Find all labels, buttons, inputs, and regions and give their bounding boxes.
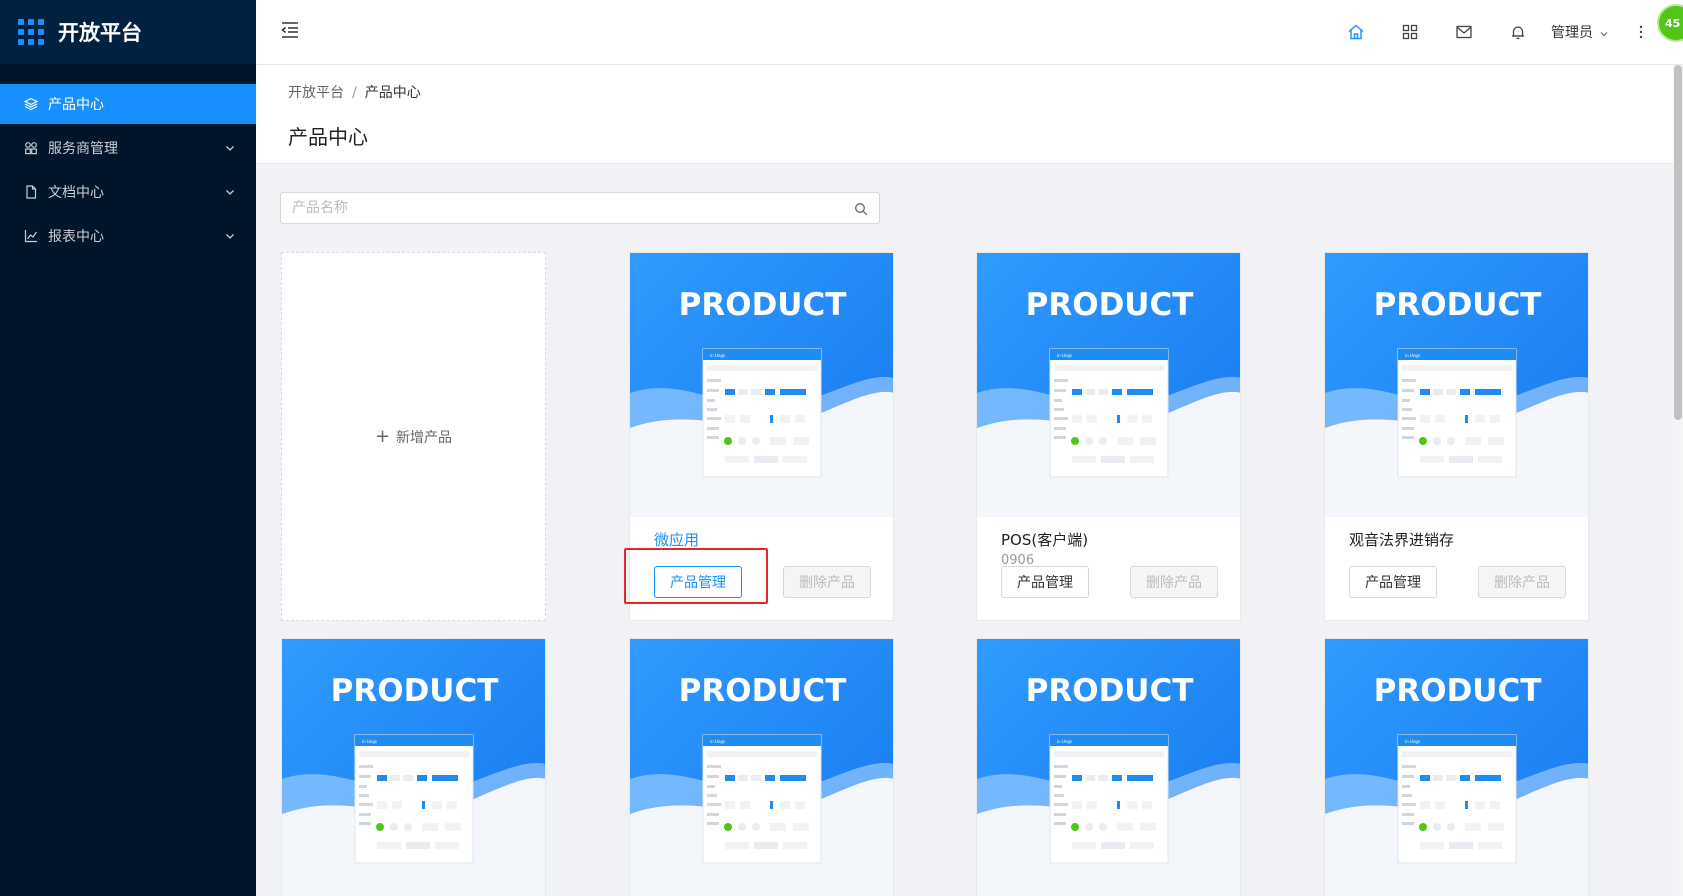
mock-app-title: in Ungs (1405, 353, 1420, 358)
product-card: PRODUCT in Ungs 观音法界进销存 产品管理 删除产品 (1324, 252, 1589, 621)
product-banner-text: PRODUCT (1026, 287, 1194, 323)
product-delete-button[interactable]: 删除产品 (1130, 566, 1218, 598)
mock-app-title: in Ungs (1405, 739, 1420, 744)
sidebar-item-label: 报表中心 (48, 229, 104, 245)
file-icon (24, 185, 38, 199)
sidebar-item-product-center[interactable]: 产品中心 (0, 84, 256, 124)
mock-app-title: in Ungs (362, 739, 377, 744)
breadcrumb-current: 产品中心 (364, 85, 421, 101)
sidebar-item-service-provider[interactable]: 服务商管理 (0, 128, 256, 168)
highlight-box (624, 548, 768, 604)
product-cover-image: PRODUCT in Ungs (1325, 639, 1588, 896)
scrollbar-thumb[interactable] (1674, 65, 1682, 420)
product-cover-image: PRODUCT in Ungs (977, 253, 1240, 517)
product-banner-text: PRODUCT (1026, 673, 1194, 709)
product-cover-image: PRODUCT in Ungs (977, 639, 1240, 896)
chevron-down-icon (1599, 27, 1609, 37)
bell-icon[interactable] (1509, 23, 1527, 41)
chevron-down-icon (224, 230, 236, 242)
search-input[interactable] (292, 200, 854, 216)
product-card: PRODUCT in Ungs (281, 638, 546, 896)
product-name[interactable]: POS(客户端) (1001, 529, 1088, 550)
user-menu[interactable]: 管理员 (1551, 22, 1609, 42)
add-product-card[interactable]: + 新增产品 (281, 252, 546, 621)
product-card: PRODUCT in Ungs (976, 638, 1241, 896)
mock-app-title: in Ungs (1057, 353, 1072, 358)
product-banner-text: PRODUCT (331, 673, 499, 709)
product-card: PRODUCT in Ungs (1324, 638, 1589, 896)
search-icon[interactable] (854, 201, 868, 216)
search-box (280, 192, 880, 224)
product-banner-text: PRODUCT (679, 287, 847, 323)
product-cover-image: PRODUCT in Ungs (1325, 253, 1588, 517)
sidebar-item-docs[interactable]: 文档中心 (0, 172, 256, 212)
avatar[interactable]: 45 (1657, 4, 1683, 42)
sidebar-item-label: 服务商管理 (48, 141, 118, 157)
sidebar-menu: 产品中心 服务商管理 文档中心 报表中心 (0, 84, 256, 256)
breadcrumb-root[interactable]: 开放平台 (288, 85, 344, 101)
sidebar-item-reports[interactable]: 报表中心 (0, 216, 256, 256)
sidebar: 开放平台 产品中心 服务商管理 文档中心 报表中心 (0, 0, 256, 896)
product-card: PRODUCT in Ungs POS(客户端) 0906 产品管理 删除产品 (976, 252, 1241, 621)
scrollbar[interactable] (1673, 65, 1683, 896)
plus-icon: + (374, 426, 391, 447)
chevron-down-icon (224, 142, 236, 154)
product-delete-button[interactable]: 删除产品 (1478, 566, 1566, 598)
product-name[interactable]: 观音法界进销存 (1349, 529, 1454, 550)
product-banner-text: PRODUCT (679, 673, 847, 709)
top-header: 管理员 45 (256, 0, 1683, 65)
product-delete-button[interactable]: 删除产品 (783, 566, 871, 598)
add-product-label: 新增产品 (396, 429, 453, 446)
layers-icon (24, 97, 38, 111)
brand-title: 开放平台 (58, 21, 142, 45)
home-icon[interactable] (1347, 23, 1365, 41)
menu-fold-icon[interactable] (280, 20, 300, 40)
product-banner-text: PRODUCT (1374, 673, 1542, 709)
grid-logo-icon (18, 19, 44, 45)
page-title: 产品中心 (288, 125, 368, 149)
user-name: 管理员 (1551, 25, 1593, 41)
mock-app-title: in Ungs (710, 353, 725, 358)
mail-icon[interactable] (1455, 23, 1473, 41)
product-banner-text: PRODUCT (1374, 287, 1542, 323)
sidebar-item-label: 文档中心 (48, 185, 104, 201)
product-cover-image: PRODUCT in Ungs (282, 639, 545, 896)
page-header: 开放平台 / 产品中心 产品中心 (256, 65, 1683, 164)
mock-app-title: in Ungs (710, 739, 725, 744)
breadcrumb-separator: / (352, 85, 357, 101)
chevron-down-icon (224, 186, 236, 198)
product-card: PRODUCT in Ungs (629, 638, 894, 896)
mock-app-title: in Ungs (1057, 739, 1072, 744)
product-cover-image: PRODUCT in Ungs (630, 253, 893, 517)
product-name[interactable]: 微应用 (654, 529, 699, 550)
product-manage-button[interactable]: 产品管理 (1001, 566, 1089, 598)
sidebar-item-label: 产品中心 (48, 97, 104, 113)
brand[interactable]: 开放平台 (0, 0, 256, 64)
product-manage-button[interactable]: 产品管理 (1349, 566, 1437, 598)
chart-icon (24, 229, 38, 243)
product-cover-image: PRODUCT in Ungs (630, 639, 893, 896)
more-vertical-icon[interactable] (1639, 24, 1643, 40)
grid-icon[interactable] (1401, 23, 1419, 41)
breadcrumb: 开放平台 / 产品中心 (288, 82, 421, 102)
apps-icon (24, 141, 38, 155)
header-actions: 管理员 (1329, 0, 1643, 64)
avatar-badge: 45 (1665, 16, 1681, 30)
